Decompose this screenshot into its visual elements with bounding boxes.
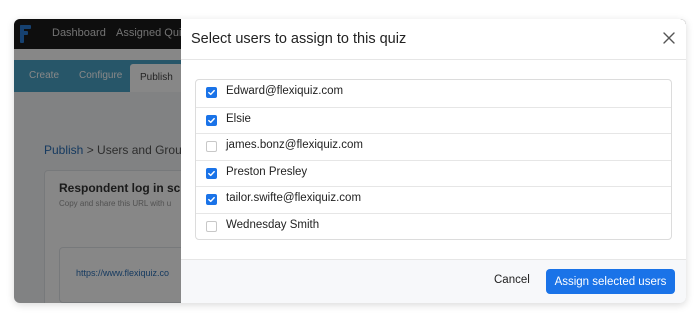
user-label: Elsie bbox=[226, 113, 251, 125]
checkbox-checked[interactable] bbox=[206, 194, 217, 205]
list-item[interactable]: Elsie bbox=[196, 107, 671, 134]
assign-selected-users-button[interactable]: Assign selected users bbox=[546, 269, 675, 294]
checkbox-unchecked[interactable] bbox=[206, 221, 217, 232]
list-item[interactable]: Preston Presley bbox=[196, 160, 671, 187]
user-list: Edward@flexiquiz.com Elsie james.bonz@flex… bbox=[195, 79, 672, 240]
list-item[interactable]: tailor.swifte@flexiquiz.com bbox=[196, 186, 671, 213]
user-label: james.bonz@flexiquiz.com bbox=[226, 139, 363, 151]
assign-users-dialog: Select users to assign to this quiz Edwa… bbox=[181, 19, 686, 303]
dialog-header-divider bbox=[181, 59, 686, 60]
user-label: Preston Presley bbox=[226, 166, 308, 178]
cancel-button[interactable]: Cancel bbox=[494, 274, 530, 286]
dialog-title: Select users to assign to this quiz bbox=[191, 31, 407, 47]
close-icon[interactable] bbox=[662, 31, 676, 45]
user-label: Edward@flexiquiz.com bbox=[226, 85, 344, 97]
checkbox-checked[interactable] bbox=[206, 168, 217, 179]
checkbox-unchecked[interactable] bbox=[206, 141, 217, 152]
list-item[interactable]: Edward@flexiquiz.com bbox=[196, 80, 671, 107]
user-label: Wednesday Smith bbox=[226, 219, 320, 231]
checkbox-checked[interactable] bbox=[206, 87, 217, 98]
user-label: tailor.swifte@flexiquiz.com bbox=[226, 192, 362, 204]
app-window: Dashboard Assigned Quizz Create Configur… bbox=[14, 19, 686, 303]
checkbox-checked[interactable] bbox=[206, 115, 217, 126]
list-item[interactable]: james.bonz@flexiquiz.com bbox=[196, 133, 671, 160]
list-item[interactable]: Wednesday Smith bbox=[196, 213, 671, 239]
